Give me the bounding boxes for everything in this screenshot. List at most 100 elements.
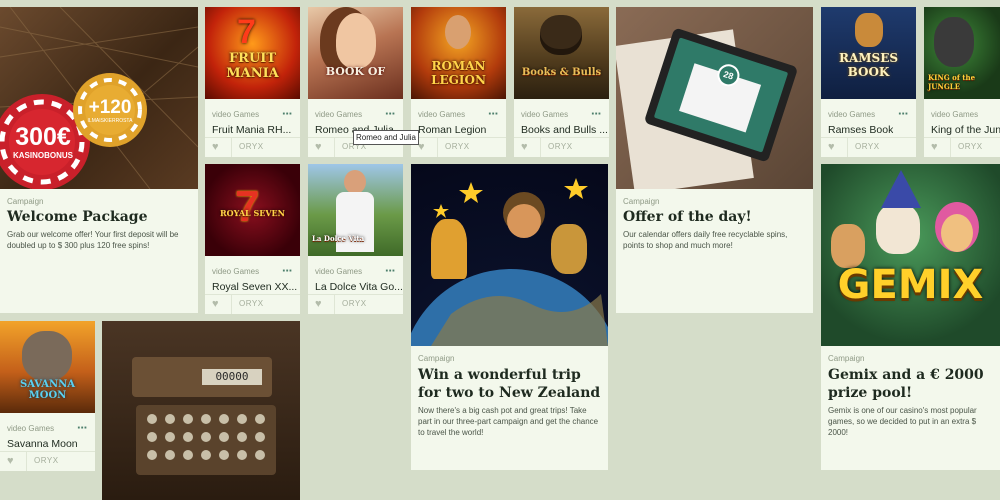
campaign-text: Gemix is one of our casino's most popula… <box>828 406 977 437</box>
game-card-royal-seven[interactable]: 7 ROYAL SEVEN video Games ··· Royal Seve… <box>205 164 300 314</box>
game-provider: ORYX <box>34 456 59 465</box>
register-display: 00000 <box>202 369 262 385</box>
game-card-ramses-book[interactable]: RAMSES BOOK video Games ··· Ramses Book … <box>821 7 916 157</box>
heart-icon[interactable]: ♥ <box>828 141 840 153</box>
seven-symbol: 7 <box>237 13 256 51</box>
game-card-books-and-bulls[interactable]: Books & Bulls video Games ··· Books and … <box>514 7 609 157</box>
campaign-label: Campaign <box>623 197 660 206</box>
character-portrait <box>445 15 471 49</box>
game-provider: ORYX <box>855 142 880 151</box>
girl-figure <box>941 214 973 252</box>
campaign-text: Grab our welcome offer! Your first depos… <box>7 230 179 250</box>
new-zealand-trip-card[interactable]: Campaign Win a wonderful trip for two to… <box>411 164 608 470</box>
heart-icon[interactable]: ♥ <box>315 298 327 310</box>
wizard-figure <box>876 204 920 254</box>
campaign-title[interactable]: Offer of the day! <box>623 209 806 225</box>
chip-small-caption: ILMAISKIERROSTA <box>87 118 133 124</box>
campaign-label: Campaign <box>418 354 455 363</box>
game-card-la-dolce-vita[interactable]: La Dolce Vita video Games ··· La Dolce V… <box>308 164 403 314</box>
heart-icon[interactable]: ♥ <box>931 141 943 153</box>
game-category: video Games <box>521 110 569 119</box>
game-name[interactable]: Fruit Mania RH... <box>212 124 291 136</box>
more-dots-icon[interactable]: ··· <box>282 263 293 278</box>
game-thumbnail[interactable]: La Dolce Vita <box>308 164 403 256</box>
game-category: video Games <box>315 110 363 119</box>
game-thumbnail[interactable]: ROMAN LEGION <box>411 7 506 99</box>
gemix-campaign-card[interactable]: GEMIX Campaign Gemix and a € 2000 prize … <box>821 164 1000 470</box>
elephant-figure <box>22 331 72 381</box>
game-logo-art: ROYAL SEVEN <box>220 208 285 218</box>
game-name-tooltip: Romeo and Julia <box>353 130 419 145</box>
game-logo-art: BOOK OF <box>325 65 386 78</box>
campaign-label: Campaign <box>7 197 44 206</box>
game-card-king-of-the-jungle[interactable]: KING of the JUNGLE video Games King of t… <box>924 7 1000 157</box>
campaign-title[interactable]: Win a wonderful trip for two to New Zeal… <box>418 366 601 402</box>
explorer-figure <box>507 204 541 238</box>
more-dots-icon[interactable]: ··· <box>385 106 396 121</box>
heart-icon[interactable]: ♥ <box>7 455 19 467</box>
game-name[interactable]: King of the Jun <box>931 124 1000 136</box>
offer-image: 28 <box>616 7 813 189</box>
game-card-fruit-mania[interactable]: FRUIT MANIA 7 video Games ··· Fruit Mani… <box>205 7 300 157</box>
more-dots-icon[interactable]: ··· <box>488 106 499 121</box>
lion-figure <box>551 224 587 274</box>
welcome-package-card[interactable]: 300€ KASINOBONUS +120 ILMAISKIERROSTA Ca… <box>0 7 198 313</box>
campaign-title[interactable]: Welcome Package <box>7 209 191 225</box>
welcome-package-image: 300€ KASINOBONUS +120 ILMAISKIERROSTA <box>0 7 198 189</box>
character-head <box>344 170 366 194</box>
game-name[interactable]: Savanna Moon <box>7 438 78 450</box>
game-name[interactable]: Royal Seven XX... <box>212 281 297 293</box>
game-thumbnail[interactable]: RAMSES BOOK <box>821 7 916 99</box>
character-portrait <box>336 13 376 68</box>
game-thumbnail[interactable]: 7 ROYAL SEVEN <box>205 164 300 256</box>
game-card-roman-legion[interactable]: ROMAN LEGION video Games ··· Roman Legio… <box>411 7 506 157</box>
game-provider: ORYX <box>958 142 983 151</box>
cash-register-campaign-card[interactable]: 00000 <box>102 321 300 500</box>
game-category: video Games <box>828 110 876 119</box>
game-logo-art: FRUIT MANIA <box>226 51 279 81</box>
bull-figure <box>540 15 582 55</box>
game-logo-art: Books & Bulls <box>521 67 602 78</box>
more-dots-icon[interactable]: ··· <box>282 106 293 121</box>
game-category: video Games <box>931 110 979 119</box>
game-logo-art: KING of the JUNGLE <box>928 73 976 91</box>
game-provider: ORYX <box>445 142 470 151</box>
game-provider: ORYX <box>342 299 367 308</box>
cash-register-image: 00000 <box>102 321 300 500</box>
game-logo-art: ROMAN LEGION <box>431 59 486 87</box>
game-logo-art: RAMSES BOOK <box>838 51 899 79</box>
more-dots-icon[interactable]: ··· <box>591 106 602 121</box>
game-card-savanna-moon[interactable]: SAVANNA MOON video Games ··· Savanna Moo… <box>0 321 95 471</box>
game-provider: ORYX <box>548 142 573 151</box>
campaign-label: Campaign <box>828 354 865 363</box>
heart-icon[interactable]: ♥ <box>521 141 533 153</box>
more-dots-icon[interactable]: ··· <box>385 263 396 278</box>
game-thumbnail[interactable]: Books & Bulls <box>514 7 609 99</box>
trip-image <box>411 164 608 346</box>
game-name[interactable]: Roman Legion <box>418 124 486 136</box>
chip-large-amount: 300€ <box>15 123 71 151</box>
game-category: video Games <box>7 424 55 433</box>
game-name[interactable]: Ramses Book <box>828 124 893 136</box>
wizard-hat <box>881 170 921 208</box>
campaign-title[interactable]: Gemix and a € 2000 prize pool! <box>828 366 993 402</box>
game-name[interactable]: Books and Bulls ... <box>521 124 608 136</box>
heart-icon[interactable]: ♥ <box>418 141 430 153</box>
game-category: video Games <box>418 110 466 119</box>
game-name[interactable]: La Dolce Vita Go... <box>315 281 403 293</box>
game-thumbnail[interactable]: SAVANNA MOON <box>0 321 95 413</box>
more-dots-icon[interactable]: ··· <box>898 106 909 121</box>
chip-large-caption: KASINOBONUS <box>12 151 73 160</box>
game-thumbnail[interactable]: BOOK OF <box>308 7 403 99</box>
more-dots-icon[interactable]: ··· <box>77 420 88 435</box>
game-thumbnail[interactable]: KING of the JUNGLE <box>924 7 1000 99</box>
pharaoh-figure <box>855 13 883 47</box>
heart-icon[interactable]: ♥ <box>212 298 224 310</box>
game-category: video Games <box>212 110 260 119</box>
game-category: video Games <box>212 267 260 276</box>
heart-icon[interactable]: ♥ <box>212 141 224 153</box>
heart-icon[interactable]: ♥ <box>315 141 327 153</box>
game-category: video Games <box>315 267 363 276</box>
offer-of-the-day-card[interactable]: 28 Campaign Offer of the day! Our calend… <box>616 7 813 313</box>
game-thumbnail[interactable]: FRUIT MANIA 7 <box>205 7 300 99</box>
